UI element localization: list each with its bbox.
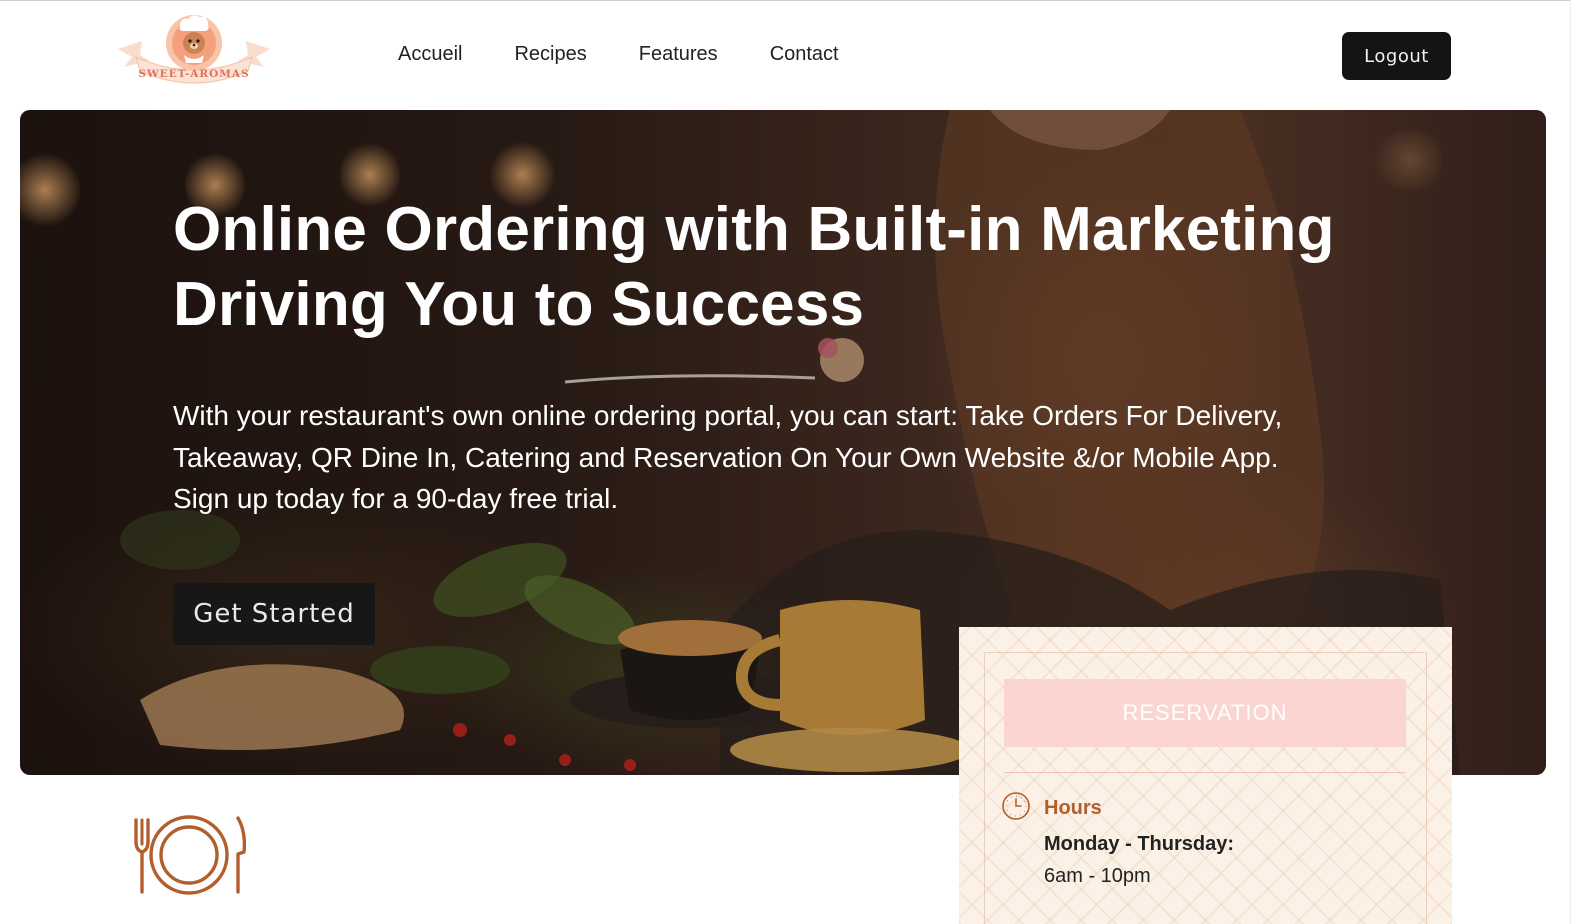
plate-cutlery-icon — [134, 815, 246, 895]
hero-description-line-2: Takeaway, QR Dine In, Catering and Reser… — [173, 441, 1279, 473]
logout-button[interactable]: Logout — [1342, 32, 1451, 80]
nav-item-contact[interactable]: Contact — [770, 43, 839, 66]
chef-logo-icon: SWEET-AROMAS — [118, 15, 270, 84]
site-header: SWEET-AROMAS Accueil Recipes Features Co… — [0, 1, 1568, 109]
reservation-card: RESERVATION Hours Monday - Thursday: 6am… — [959, 627, 1452, 924]
hero-title-line-1: Online Ordering with Built-in Marketing — [173, 195, 1335, 264]
scrollbar-track[interactable] — [1570, 0, 1592, 924]
hero-title-line-2: Driving You to Success — [173, 270, 865, 339]
hours-time: 6am - 10pm — [1044, 865, 1151, 887]
nav-item-accueil[interactable]: Accueil — [398, 43, 462, 66]
hero-title: Online Ordering with Built-in Marketing … — [173, 192, 1403, 342]
hero-description-line-1: With your restaurant's own online orderi… — [173, 400, 1283, 431]
reservation-divider — [1004, 772, 1406, 773]
hours-title: Hours — [1044, 797, 1102, 819]
reservation-button[interactable]: RESERVATION — [1004, 679, 1406, 747]
hero-description-line-3: Sign up today for a 90-day free trial. — [173, 483, 619, 514]
nav-item-features[interactable]: Features — [639, 43, 718, 66]
get-started-button[interactable]: Get Started — [173, 583, 375, 645]
svg-text:SWEET-AROMAS: SWEET-AROMAS — [138, 68, 249, 80]
hours-days: Monday - Thursday: — [1044, 833, 1235, 855]
brand-logo[interactable]: SWEET-AROMAS — [114, 11, 274, 91]
main-nav: Accueil Recipes Features Contact — [398, 43, 891, 66]
hero-description: With your restaurant's own online orderi… — [173, 395, 1373, 520]
clock-icon — [1002, 792, 1030, 820]
nav-item-recipes[interactable]: Recipes — [514, 43, 586, 66]
